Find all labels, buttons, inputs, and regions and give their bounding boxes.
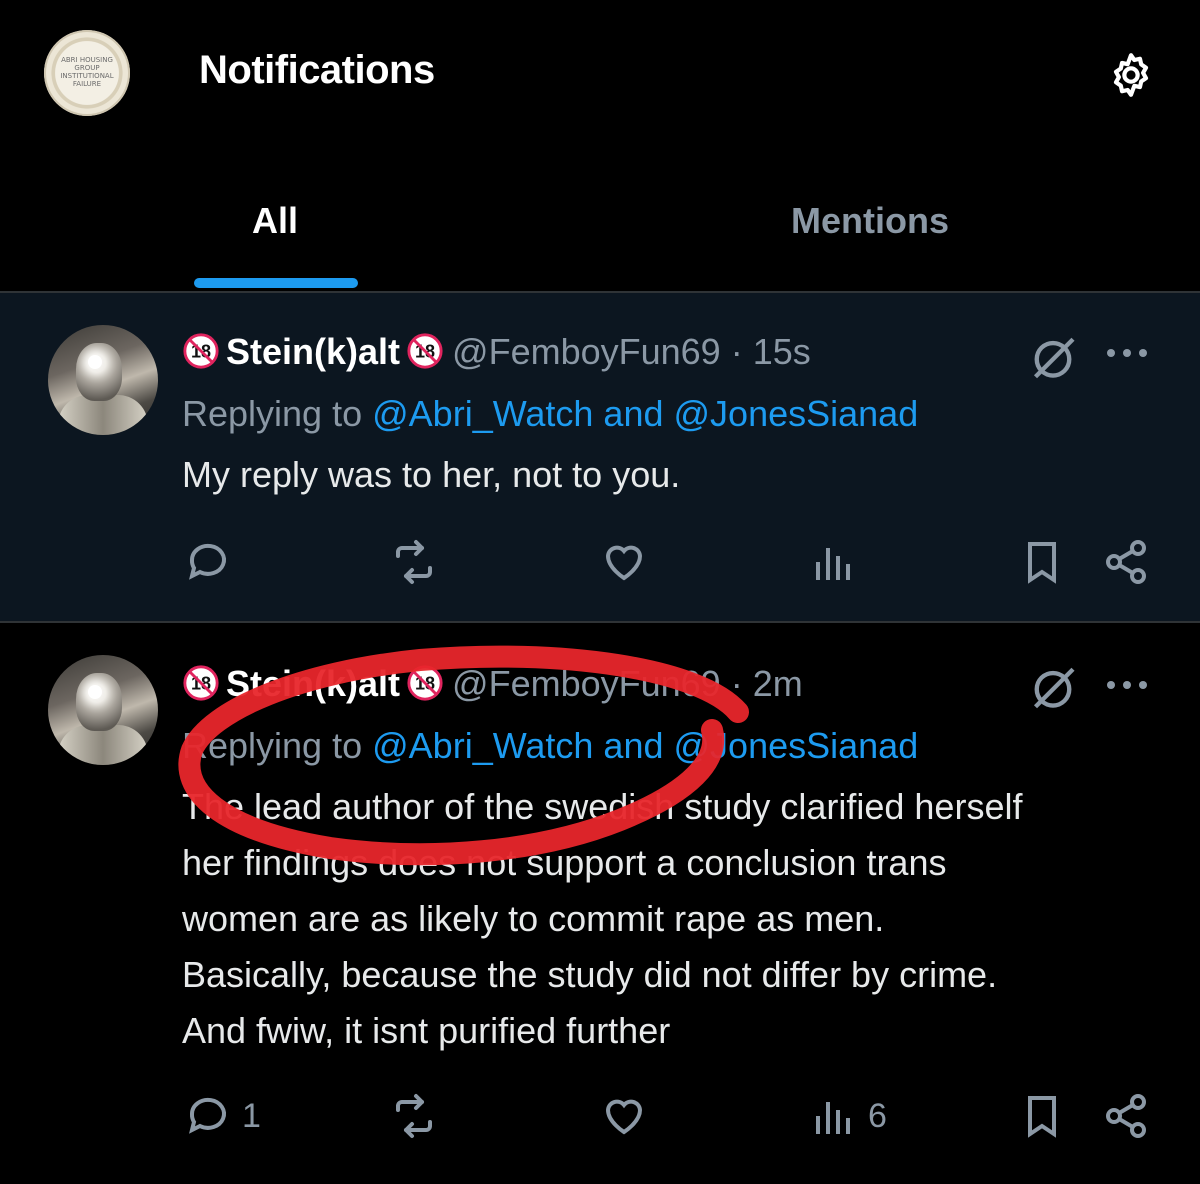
like-icon (605, 545, 643, 581)
adult-18-icon: 18 (407, 665, 443, 701)
avatar[interactable] (48, 655, 158, 765)
adult-18-icon: 18 (183, 333, 219, 369)
notification-post[interactable]: 18Stein(k)alt18@FemboyFun69 · 2m Replyin… (0, 623, 1200, 1184)
post-text-line: women are as likely to commit rape as me… (182, 898, 885, 939)
reply-button[interactable]: 1 (184, 1091, 261, 1141)
post-text-line: And fwiw, it isnt purified further (182, 1010, 671, 1051)
post-text: My reply was to her, not to you. (182, 447, 680, 503)
reply-icon (189, 1097, 226, 1134)
post-actions (0, 537, 1200, 597)
muted-icon[interactable] (1028, 663, 1078, 713)
post-actions: 1 6 (0, 1091, 1200, 1151)
replying-to: Replying to @Abri_Watch and @JonesSianad (182, 725, 918, 767)
bookmark-icon (1028, 542, 1056, 584)
tab-bar: All Mentions (0, 180, 1200, 292)
reply-mention-link[interactable]: @JonesSianad (674, 393, 919, 434)
muted-icon[interactable] (1028, 333, 1078, 383)
reply-and-text: and (603, 725, 664, 766)
repost-icon (396, 1094, 432, 1138)
user-handle[interactable]: @FemboyFun69 (452, 331, 721, 372)
post-text-line: her findings does not support a conclusi… (182, 842, 947, 883)
post-text-line: My reply was to her, not to you. (182, 454, 681, 495)
reply-mention-link[interactable]: @Abri_Watch (372, 393, 593, 434)
post-text: The lead author of the swedish study cla… (182, 779, 1022, 1059)
post-header: 18Stein(k)alt18@FemboyFun69 · 2m (182, 663, 803, 705)
reply-and-text: and (603, 393, 664, 434)
page-title: Notifications (199, 48, 435, 92)
share-button[interactable] (1102, 537, 1150, 587)
more-icon[interactable] (1104, 675, 1150, 695)
replying-prefix: Replying to (182, 725, 363, 766)
repost-icon (396, 540, 432, 584)
replying-prefix: Replying to (182, 393, 363, 434)
like-button[interactable] (600, 537, 648, 587)
avatar[interactable] (48, 325, 158, 435)
tab-all[interactable]: All (252, 200, 298, 242)
reply-icon (189, 543, 226, 580)
reply-mention-link[interactable]: @JonesSianad (674, 725, 919, 766)
adult-18-icon: 18 (183, 665, 219, 701)
views-icon (816, 1102, 850, 1134)
more-icon[interactable] (1104, 343, 1150, 363)
bookmark-button[interactable] (1018, 1091, 1066, 1141)
views-icon (816, 548, 850, 580)
reply-mention-link[interactable]: @Abri_Watch (372, 725, 593, 766)
profile-avatar[interactable]: ABRI HOUSING GROUP INSTITUTIONAL FAILURE (44, 30, 130, 116)
views-count: 6 (868, 1096, 887, 1135)
notification-post[interactable]: 18Stein(k)alt18@FemboyFun69 · 15s Replyi… (0, 293, 1200, 621)
share-button[interactable] (1102, 1091, 1150, 1141)
repost-button[interactable] (390, 537, 438, 587)
display-name[interactable]: Stein(k)alt (226, 663, 400, 704)
post-header: 18Stein(k)alt18@FemboyFun69 · 15s (182, 331, 811, 373)
views-button[interactable]: 6 (810, 1091, 887, 1141)
avatar-logo-text: ABRI HOUSING GROUP INSTITUTIONAL FAILURE (60, 56, 114, 88)
post-text-line: The lead author of the swedish study cla… (182, 786, 1023, 827)
display-name[interactable]: Stein(k)alt (226, 331, 400, 372)
like-icon (605, 1099, 643, 1135)
settings-gear-icon[interactable] (1106, 50, 1156, 100)
like-button[interactable] (600, 1091, 648, 1141)
active-tab-indicator (194, 278, 358, 288)
timestamp: · 15s (730, 331, 811, 372)
timestamp: · 2m (730, 663, 803, 704)
bookmark-icon (1028, 1096, 1056, 1138)
repost-button[interactable] (390, 1091, 438, 1141)
post-text-line: Basically, because the study did not dif… (182, 954, 998, 995)
reply-count: 1 (242, 1096, 261, 1135)
adult-18-icon: 18 (407, 333, 443, 369)
reply-button[interactable] (184, 537, 232, 587)
share-icon (1106, 540, 1146, 584)
user-handle[interactable]: @FemboyFun69 (452, 663, 721, 704)
bookmark-button[interactable] (1018, 537, 1066, 587)
share-icon (1106, 1094, 1146, 1138)
replying-to: Replying to @Abri_Watch and @JonesSianad (182, 393, 918, 435)
views-button[interactable] (810, 537, 858, 587)
tab-mentions[interactable]: Mentions (791, 200, 949, 242)
top-header: ABRI HOUSING GROUP INSTITUTIONAL FAILURE… (0, 0, 1200, 140)
